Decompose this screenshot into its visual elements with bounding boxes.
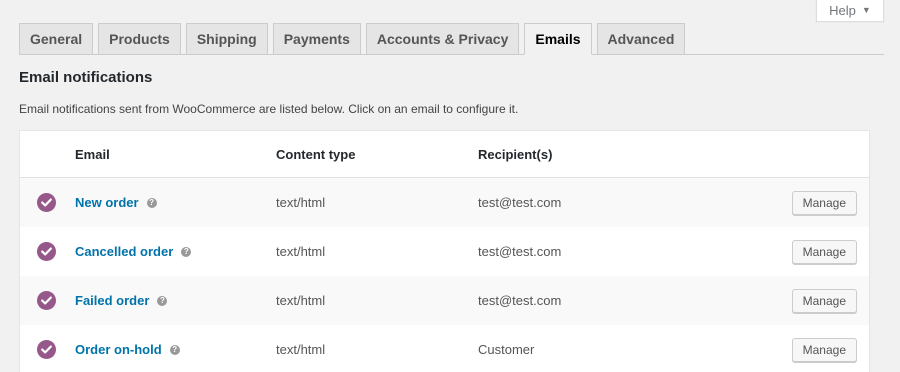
table-row[interactable]: New order ? text/html test@test.com Mana… bbox=[20, 178, 869, 227]
email-cell: New order ? bbox=[75, 195, 276, 210]
help-icon[interactable]: ? bbox=[146, 197, 157, 208]
tab-advanced[interactable]: Advanced bbox=[596, 23, 686, 54]
status-cell bbox=[20, 291, 75, 310]
recipient-cell: test@test.com bbox=[478, 293, 562, 308]
email-link-new-order[interactable]: New order bbox=[75, 195, 139, 210]
status-cell bbox=[20, 242, 75, 261]
table-row[interactable]: Cancelled order ? text/html test@test.co… bbox=[20, 227, 869, 276]
action-cell: Manage bbox=[678, 239, 869, 264]
help-icon[interactable]: ? bbox=[169, 344, 180, 355]
content-type-column-header: Content type bbox=[276, 146, 356, 162]
tab-general[interactable]: General bbox=[19, 23, 94, 54]
tab-payments[interactable]: Payments bbox=[272, 23, 361, 54]
manage-button[interactable]: Manage bbox=[791, 239, 857, 264]
tab-emails[interactable]: Emails bbox=[524, 23, 592, 55]
action-cell: Manage bbox=[678, 337, 869, 362]
help-tab-button[interactable]: Help ▼ bbox=[816, 0, 884, 22]
check-circle-icon bbox=[36, 242, 56, 261]
table-row[interactable]: Failed order ? text/html test@test.com M… bbox=[20, 276, 869, 325]
recipient-cell: test@test.com bbox=[478, 195, 562, 210]
check-circle-icon bbox=[36, 193, 56, 212]
settings-tabs: General Products Shipping Payments Accou… bbox=[19, 23, 884, 55]
content-type-cell: text/html bbox=[276, 195, 326, 210]
email-cell: Order on-hold ? bbox=[75, 342, 276, 357]
check-circle-icon bbox=[36, 340, 56, 359]
status-cell bbox=[20, 193, 75, 212]
content-type-cell: text/html bbox=[276, 293, 326, 308]
help-icon[interactable]: ? bbox=[181, 246, 192, 257]
manage-button[interactable]: Manage bbox=[791, 288, 857, 313]
check-circle-icon bbox=[36, 291, 56, 310]
action-cell: Manage bbox=[678, 288, 869, 313]
email-cell: Cancelled order ? bbox=[75, 244, 276, 259]
recipient-cell: test@test.com bbox=[478, 244, 562, 259]
manage-button[interactable]: Manage bbox=[791, 190, 857, 215]
tab-shipping[interactable]: Shipping bbox=[185, 23, 268, 54]
section-description: Email notifications sent from WooCommerc… bbox=[19, 102, 519, 116]
help-icon[interactable]: ? bbox=[157, 295, 168, 306]
content-type-cell: text/html bbox=[276, 342, 326, 357]
recipients-column-header: Recipient(s) bbox=[478, 146, 553, 162]
status-cell bbox=[20, 340, 75, 359]
email-notifications-table: Email Content type Recipient(s) New orde… bbox=[19, 130, 870, 372]
caret-down-icon: ▼ bbox=[861, 5, 871, 15]
content-type-cell: text/html bbox=[276, 244, 326, 259]
tab-products[interactable]: Products bbox=[98, 23, 181, 54]
email-cell: Failed order ? bbox=[75, 293, 276, 308]
email-link-failed-order[interactable]: Failed order bbox=[75, 293, 149, 308]
section-title: Email notifications bbox=[19, 69, 153, 86]
recipient-cell: Customer bbox=[478, 342, 535, 357]
help-label: Help bbox=[829, 2, 856, 18]
email-link-order-on-hold[interactable]: Order on-hold bbox=[75, 342, 162, 357]
table-header: Email Content type Recipient(s) bbox=[20, 131, 869, 178]
table-row[interactable]: Order on-hold ? text/html Customer Manag… bbox=[20, 325, 869, 372]
woocommerce-email-settings: Help ▼ General Products Shipping Payment… bbox=[0, 0, 900, 372]
manage-button[interactable]: Manage bbox=[791, 337, 857, 362]
email-column-header: Email bbox=[75, 146, 110, 162]
email-link-cancelled-order[interactable]: Cancelled order bbox=[75, 244, 173, 259]
tab-accounts-privacy[interactable]: Accounts & Privacy bbox=[365, 23, 520, 54]
action-cell: Manage bbox=[678, 190, 869, 215]
